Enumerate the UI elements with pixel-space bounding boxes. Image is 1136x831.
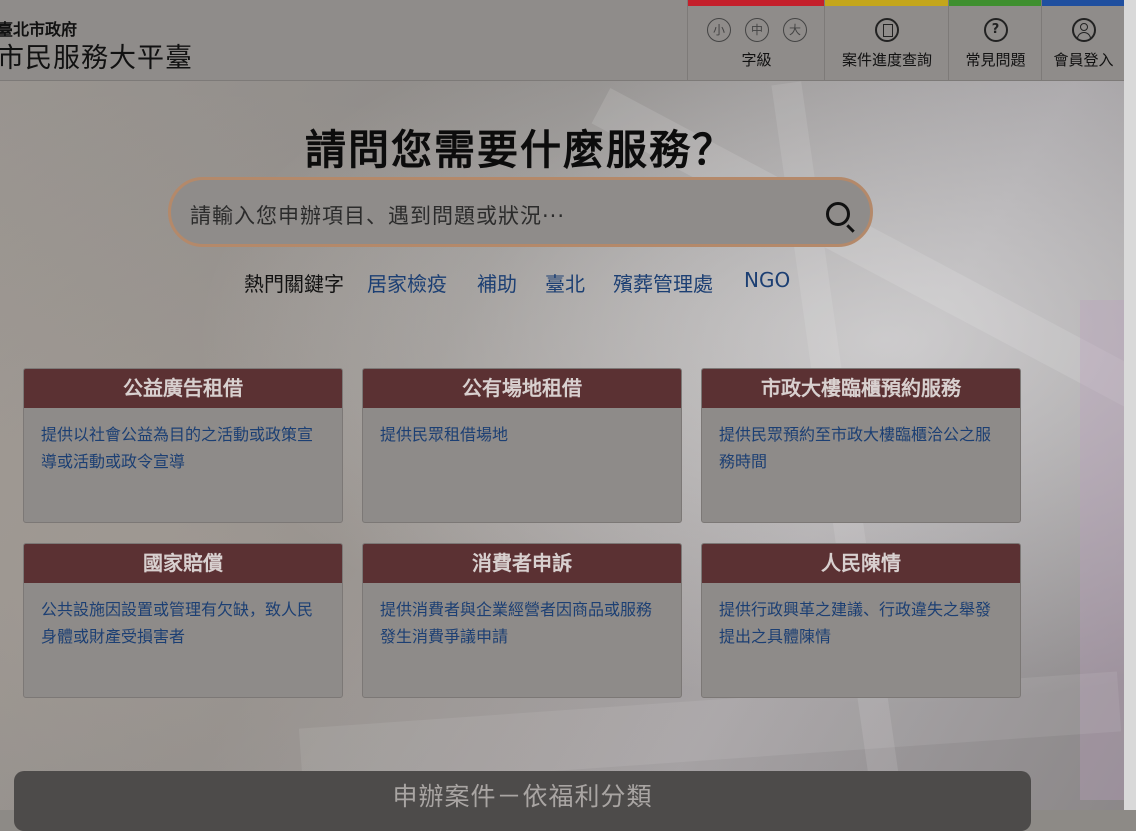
search-icon[interactable] xyxy=(826,202,850,226)
service-card-counter-booking[interactable]: 市政大樓臨櫃預約服務 提供民眾預約至市政大樓臨櫃洽公之服務時間 xyxy=(701,368,1021,523)
font-size-medium-button[interactable]: 中 xyxy=(745,18,769,42)
hot-keyword-link[interactable]: 殯葬管理處 xyxy=(613,268,713,297)
card-title: 國家賠償 xyxy=(24,544,342,583)
hot-keyword-link[interactable]: 臺北 xyxy=(545,268,585,297)
card-description[interactable]: 提供以社會公益為目的之活動或政策宣導或活動或政令宣導 xyxy=(24,408,342,488)
service-card-petition[interactable]: 人民陳情 提供行政興革之建議、行政違失之舉發提出之具體陳情 xyxy=(701,543,1021,698)
search-input[interactable]: 請輸入您申辦項目、遇到問題或狀況··· xyxy=(190,200,565,230)
font-size-small-button[interactable]: 小 xyxy=(707,18,731,42)
card-description[interactable]: 提供民眾租借場地 xyxy=(363,408,681,461)
nav-label: 常見問題 xyxy=(965,51,1026,69)
service-card-consumer-complaint[interactable]: 消費者申訴 提供消費者與企業經營者因商品或服務發生消費爭議申請 xyxy=(362,543,682,698)
hot-keyword-link[interactable]: 補助 xyxy=(477,268,517,297)
hot-keywords-label: 熱門關鍵字 xyxy=(244,272,344,296)
hero-title: 請問您需要什麼服務？ xyxy=(305,126,735,174)
color-bar xyxy=(688,0,825,6)
hot-keyword-link[interactable]: 居家檢疫 xyxy=(367,268,447,297)
nav-faq[interactable]: ? 常見問題 xyxy=(948,0,1042,80)
card-description[interactable]: 提供消費者與企業經營者因商品或服務發生消費爭議申請 xyxy=(363,583,681,663)
search-box[interactable]: 請輸入您申辦項目、遇到問題或狀況··· xyxy=(168,177,873,247)
section-bar[interactable]: 申辦案件－依福利分類 xyxy=(14,771,1031,831)
color-bar xyxy=(949,0,1042,6)
card-title: 市政大樓臨櫃預約服務 xyxy=(702,369,1020,408)
service-card-public-ad[interactable]: 公益廣告租借 提供以社會公益為目的之活動或政策宣導或活動或政令宣導 xyxy=(23,368,343,523)
scrollbar[interactable] xyxy=(1124,0,1136,810)
hot-keyword-link[interactable]: NGO xyxy=(744,268,790,292)
service-card-venue-rental[interactable]: 公有場地租借 提供民眾租借場地 xyxy=(362,368,682,523)
card-description[interactable]: 提供民眾預約至市政大樓臨櫃洽公之服務時間 xyxy=(702,408,1020,488)
service-card-state-compensation[interactable]: 國家賠償 公共設施因設置或管理有欠缺，致人民身體或財產受損害者 xyxy=(23,543,343,698)
color-bar xyxy=(1042,0,1125,6)
card-description[interactable]: 公共設施因設置或管理有欠缺，致人民身體或財產受損害者 xyxy=(24,583,342,663)
card-title: 消費者申訴 xyxy=(363,544,681,583)
nav-case-progress[interactable]: 案件進度查詢 xyxy=(824,0,949,80)
color-bar xyxy=(825,0,949,6)
card-title: 公有場地租借 xyxy=(363,369,681,408)
user-icon xyxy=(1071,18,1096,42)
font-size-control: 小 中 大 字級 xyxy=(687,0,825,80)
document-icon xyxy=(875,18,899,42)
question-icon: ? xyxy=(983,18,1008,42)
site-title[interactable]: 市民服務大平臺 xyxy=(0,36,193,75)
card-title: 人民陳情 xyxy=(702,544,1020,583)
nav-label: 案件進度查詢 xyxy=(841,51,932,69)
card-title: 公益廣告租借 xyxy=(24,369,342,408)
font-size-large-button[interactable]: 大 xyxy=(783,18,807,42)
card-description[interactable]: 提供行政興革之建議、行政違失之舉發提出之具體陳情 xyxy=(702,583,1020,663)
site-header: 臺北市政府 市民服務大平臺 小 中 大 字級 案件進度查詢 ? 常見問題 會員登… xyxy=(0,0,1125,81)
nav-label: 會員登入 xyxy=(1053,51,1114,69)
font-size-label: 字級 xyxy=(741,51,772,69)
nav-login[interactable]: 會員登入 xyxy=(1041,0,1125,80)
section-title: 申辦案件－依福利分類 xyxy=(392,782,653,811)
